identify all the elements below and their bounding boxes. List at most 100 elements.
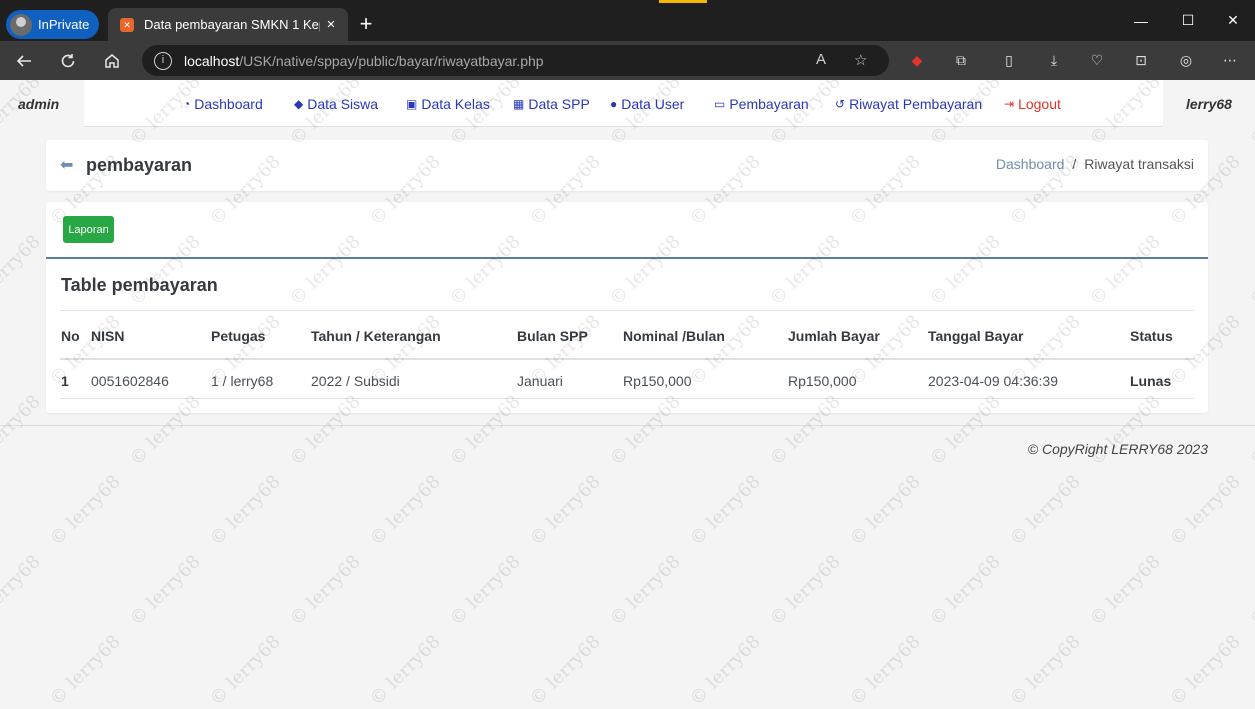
laporan-button[interactable]: Laporan [63, 216, 114, 243]
watermark-text: © lerry68 [525, 471, 605, 550]
home-icon[interactable] [97, 46, 127, 76]
footer-copyright: © CopyRight LERRY68 2023 [1027, 441, 1208, 457]
nav-logout[interactable]: ⇥ Logout [1004, 96, 1061, 112]
nav-data-user[interactable]: ● Data User [610, 96, 684, 112]
watermark-text: © lerry68 [1005, 631, 1085, 709]
sign-out-icon: ⇥ [1004, 97, 1015, 111]
column-header: Bulan SPP [517, 328, 588, 344]
nav-data-kelas[interactable]: ▣ Data Kelas [406, 96, 490, 112]
column-header: Status [1130, 328, 1173, 344]
inprivate-profile-button[interactable]: InPrivate [6, 10, 99, 39]
profile-avatar-icon [10, 13, 32, 36]
watermark-text: © lerry68 [1165, 631, 1245, 709]
watermark-text: © lerry68 [205, 471, 285, 550]
window-drag-marker [659, 0, 707, 3]
minimize-button[interactable]: — [1119, 0, 1163, 41]
watermark-text: © lerry68 [0, 391, 45, 470]
more-icon[interactable]: ⋯ [1219, 49, 1241, 71]
cell-nisn: 0051602846 [91, 373, 169, 389]
watermark-text: © lerry68 [125, 551, 205, 630]
xampp-favicon-icon: ✕ [120, 17, 134, 32]
watermark-text: © lerry68 [1245, 551, 1255, 630]
nav-label: Riwayat Pembayaran [849, 96, 983, 112]
browser-tab-active[interactable]: ✕ Data pembayaran SMKN 1 Kepan × [108, 8, 348, 41]
downloads-icon[interactable]: ⤓ [1043, 49, 1065, 71]
maximize-button[interactable]: ☐ [1166, 0, 1210, 41]
split-screen-icon[interactable]: ▯ [998, 49, 1020, 71]
money-icon: ▭ [714, 97, 726, 111]
nav-riwayat-pembayaran[interactable]: ↺ Riwayat Pembayaran [835, 96, 982, 112]
cell-status: Lunas [1130, 373, 1172, 389]
watermark-text: © lerry68 [685, 471, 765, 550]
tab-title: Data pembayaran SMKN 1 Kepan [144, 17, 320, 32]
back-icon[interactable] [9, 46, 39, 76]
page-title: pembayaran [86, 155, 193, 175]
watermark-text: © lerry68 [365, 631, 445, 709]
history-icon: ↺ [835, 97, 846, 111]
column-header: Tanggal Bayar [928, 328, 1024, 344]
breadcrumb: Dashboard / Riwayat transaksi [996, 156, 1194, 172]
table-bottom-border [60, 398, 1194, 399]
column-header: Petugas [211, 328, 266, 344]
watermark-text: © lerry68 [525, 631, 605, 709]
breadcrumb-current: Riwayat transaksi [1084, 156, 1194, 172]
url-path: /USK/native/sppay/public/bayar/riwayatba… [239, 52, 544, 69]
watermark-text: © lerry68 [845, 631, 925, 709]
payment-table-card: Laporan Table pembayaran No NISN Petugas… [46, 202, 1208, 413]
watermark-text: © lerry68 [365, 471, 445, 550]
tab-close-icon[interactable]: × [320, 16, 342, 33]
column-header: NISN [91, 328, 125, 344]
page-content: admin ◔ Dashboard ◆ Data Siswa ▣ Data Ke… [0, 80, 1255, 709]
watermark-text: © lerry68 [1005, 471, 1085, 550]
cell-nominal: Rp150,000 [623, 373, 692, 389]
table-header-border [60, 358, 1194, 360]
browser-tab-strip: InPrivate ✕ Data pembayaran SMKN 1 Kepan… [0, 0, 1255, 41]
dashboard-icon: ◔ [183, 97, 191, 111]
watermark-text: © lerry68 [925, 551, 1005, 630]
watermark-text: © lerry68 [205, 631, 285, 709]
nav-dashboard[interactable]: ◔ Dashboard [183, 96, 263, 112]
table-title: Table pembayaran [61, 275, 218, 295]
arrow-left-icon[interactable]: ⬅ [60, 155, 73, 175]
cell-no: 1 [61, 373, 69, 389]
nav-data-siswa[interactable]: ◆ Data Siswa [294, 96, 378, 112]
nav-pembayaran[interactable]: ▭ Pembayaran [714, 96, 809, 112]
cell-bulan: Januari [517, 373, 563, 389]
id-badge-icon: ▣ [406, 97, 418, 111]
close-window-button[interactable]: ✕ [1211, 0, 1255, 41]
collections-icon[interactable]: ⊡ [1130, 49, 1152, 71]
column-header: Nominal /Bulan [623, 328, 725, 344]
extensions-icon[interactable]: ⧉ [950, 49, 972, 71]
watermark-text: © lerry68 [1245, 391, 1255, 470]
favorite-icon[interactable]: ☆ [854, 51, 867, 69]
table-top-border [60, 310, 1194, 311]
navbar-role: admin [0, 80, 84, 127]
watermark-text: © lerry68 [845, 471, 925, 550]
browser-toolbar: i localhost/USK/native/sppay/public/baya… [0, 41, 1255, 80]
watermark-text: © lerry68 [1085, 551, 1165, 630]
address-bar[interactable]: i localhost/USK/native/sppay/public/baya… [142, 45, 889, 76]
breadcrumb-separator: / [1072, 156, 1077, 172]
site-info-icon[interactable]: i [154, 51, 172, 70]
table-icon: ▦ [513, 97, 525, 111]
watermark-text: © lerry68 [45, 631, 125, 709]
watermark-text: © lerry68 [0, 231, 45, 310]
ublock-icon[interactable]: ◆ [906, 49, 928, 71]
nav-label: Dashboard [194, 96, 263, 112]
read-aloud-icon[interactable]: A [816, 51, 826, 68]
nav-label: Logout [1018, 96, 1061, 112]
breadcrumb-dashboard-link[interactable]: Dashboard [996, 156, 1065, 172]
column-header: No [61, 328, 80, 344]
watermark-text: © lerry68 [1165, 471, 1245, 550]
inprivate-label: InPrivate [38, 17, 90, 32]
column-header: Jumlah Bayar [788, 328, 880, 344]
nav-data-spp[interactable]: ▦ Data SPP [513, 96, 590, 112]
cell-jumlah: Rp150,000 [788, 373, 857, 389]
refresh-icon[interactable] [53, 46, 83, 76]
nav-label: Data SPP [528, 96, 590, 112]
health-icon[interactable]: ♡ [1086, 49, 1108, 71]
nav-label: Pembayaran [729, 96, 809, 112]
cell-tanggal: 2023-04-09 04:36:39 [928, 373, 1058, 389]
performance-icon[interactable]: ◎ [1175, 49, 1197, 71]
new-tab-button[interactable]: + [354, 12, 378, 36]
